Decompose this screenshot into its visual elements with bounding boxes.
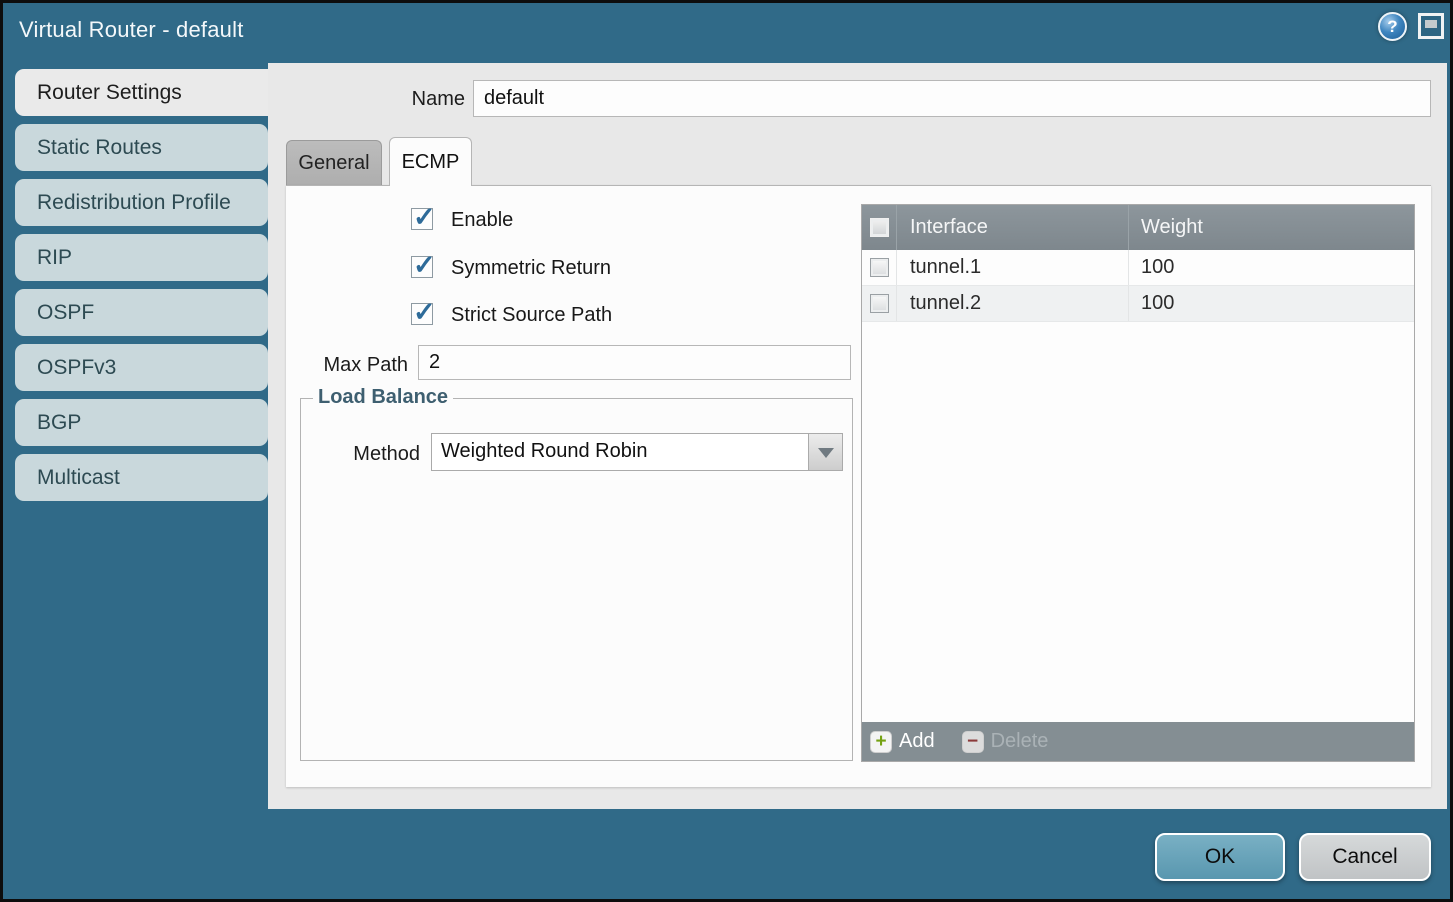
cancel-button[interactable]: Cancel <box>1299 833 1431 881</box>
max-path-label: Max Path <box>286 354 408 377</box>
sidebar-item-ospfv3[interactable]: OSPFv3 <box>15 344 268 391</box>
weight-cell: 100 <box>1128 250 1414 285</box>
row-checkbox-cell <box>862 286 896 321</box>
sidebar-item-rip[interactable]: RIP <box>15 234 268 281</box>
header-checkbox-cell <box>862 205 896 250</box>
sidebar-item-router-settings[interactable]: Router Settings <box>15 69 271 116</box>
strict-source-path-label: Strict Source Path <box>451 303 612 327</box>
sidebar-item-bgp[interactable]: BGP <box>15 399 268 446</box>
chevron-down-icon <box>818 448 834 458</box>
sidebar-item-ospf[interactable]: OSPF <box>15 289 268 336</box>
sidebar-item-static-routes[interactable]: Static Routes <box>15 124 268 171</box>
content-panel: Name General ECMP Enable Symmetric Retur… <box>268 63 1447 809</box>
interface-cell: tunnel.2 <box>896 286 1128 321</box>
add-button[interactable]: + Add <box>870 730 935 753</box>
table-row[interactable]: tunnel.1 100 <box>862 250 1414 286</box>
enable-label: Enable <box>451 208 513 232</box>
ok-button[interactable]: OK <box>1155 833 1285 881</box>
weight-cell: 100 <box>1128 286 1414 321</box>
select-all-checkbox[interactable] <box>870 218 889 237</box>
add-plus-icon: + <box>870 731 892 753</box>
name-input[interactable] <box>473 80 1431 117</box>
sidebar-item-multicast[interactable]: Multicast <box>15 454 268 501</box>
interface-weight-table: Interface Weight tunnel.1 100 tunnel.2 1… <box>861 204 1415 762</box>
strict-source-path-checkbox[interactable] <box>411 303 433 325</box>
table-header: Interface Weight <box>862 205 1414 250</box>
load-balance-legend: Load Balance <box>313 386 453 409</box>
add-button-label: Add <box>899 730 935 753</box>
ecmp-tab-page: Enable Symmetric Return Strict Source Pa… <box>286 185 1431 787</box>
table-empty-area <box>862 322 1414 722</box>
max-path-input[interactable] <box>418 345 851 380</box>
method-dropdown-value: Weighted Round Robin <box>441 440 647 463</box>
weight-column-header[interactable]: Weight <box>1128 205 1414 250</box>
title-bar: Virtual Router - default ? <box>3 3 1450 63</box>
delete-button-label: Delete <box>991 730 1049 753</box>
dialog-title: Virtual Router - default <box>19 17 244 43</box>
symmetric-return-label: Symmetric Return <box>451 256 611 280</box>
table-toolbar: + Add − Delete <box>862 722 1414 761</box>
method-dropdown[interactable]: Weighted Round Robin <box>431 433 843 471</box>
method-label: Method <box>301 443 420 466</box>
window-icon-inner <box>1425 20 1437 28</box>
load-balance-fieldset: Load Balance Method Weighted Round Robin <box>300 398 853 761</box>
virtual-router-dialog: Virtual Router - default ? Router Settin… <box>0 0 1453 902</box>
enable-checkbox[interactable] <box>411 208 433 230</box>
row-checkbox[interactable] <box>870 294 889 313</box>
delete-button[interactable]: − Delete <box>962 730 1049 753</box>
row-checkbox-cell <box>862 250 896 285</box>
sidebar-nav: Router Settings Static Routes Redistribu… <box>15 69 268 509</box>
interface-cell: tunnel.1 <box>896 250 1128 285</box>
row-checkbox[interactable] <box>870 258 889 277</box>
window-icon[interactable] <box>1418 13 1444 39</box>
help-icon[interactable]: ? <box>1378 12 1407 41</box>
table-row[interactable]: tunnel.2 100 <box>862 286 1414 322</box>
method-dropdown-button[interactable] <box>808 434 842 470</box>
delete-minus-icon: − <box>962 731 984 753</box>
sidebar-item-redistribution-profile[interactable]: Redistribution Profile <box>15 179 268 226</box>
symmetric-return-checkbox[interactable] <box>411 256 433 278</box>
tab-general[interactable]: General <box>286 140 382 185</box>
tab-ecmp[interactable]: ECMP <box>389 137 472 186</box>
interface-column-header[interactable]: Interface <box>896 205 1128 250</box>
name-label: Name <box>308 88 465 111</box>
